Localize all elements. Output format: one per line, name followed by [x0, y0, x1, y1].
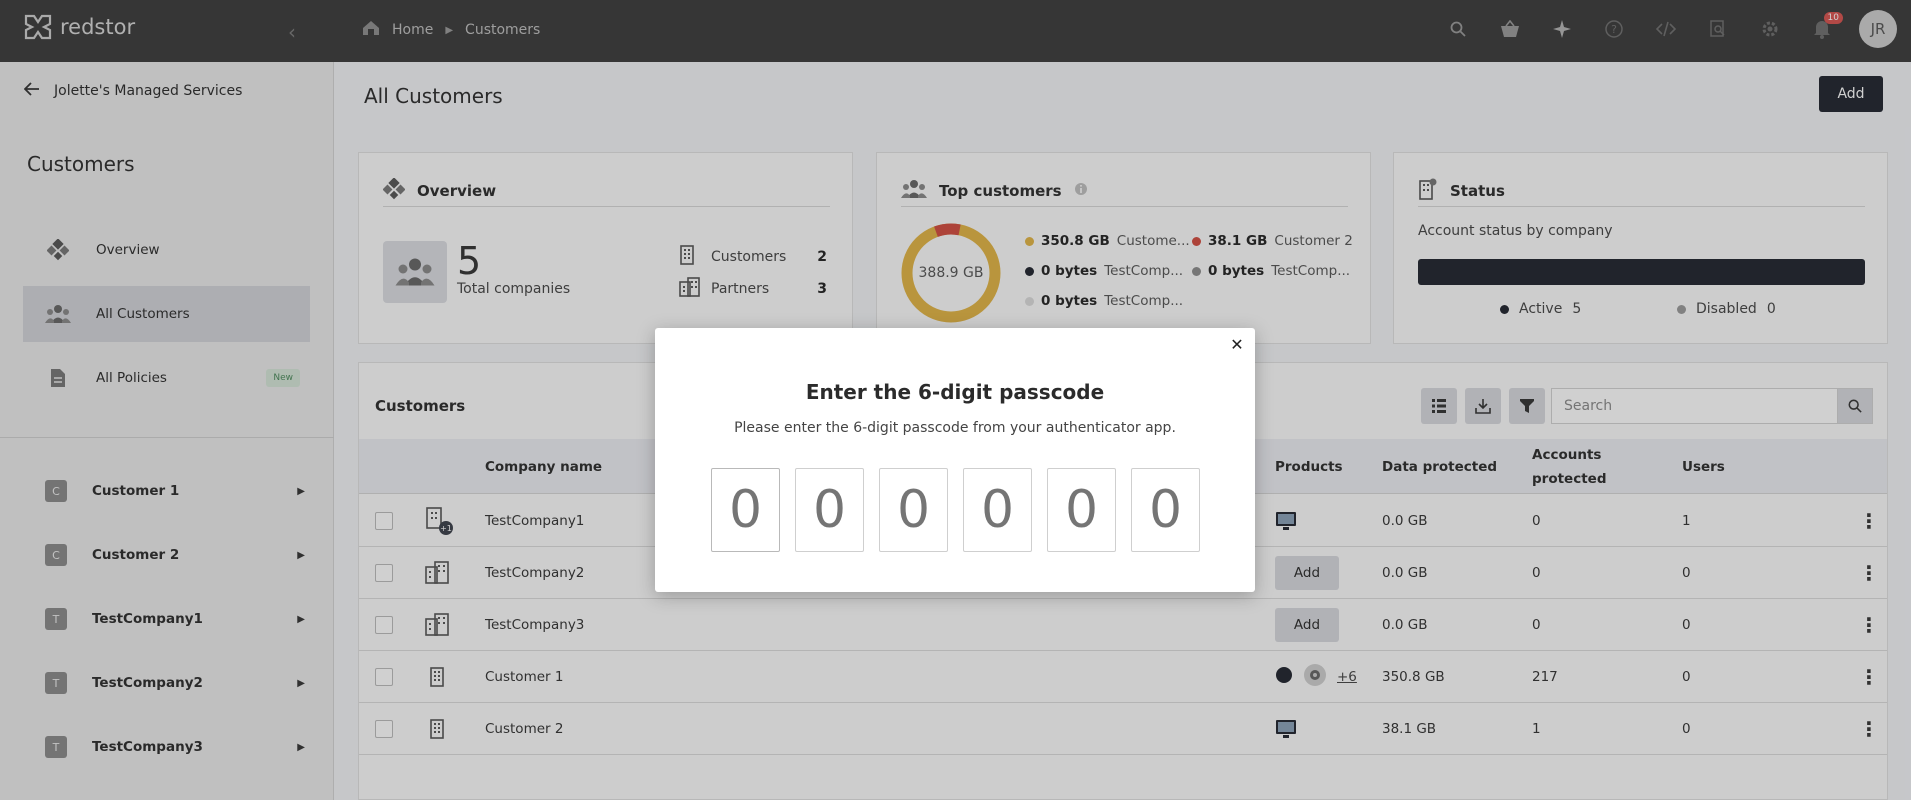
- close-icon[interactable]: ✕: [1227, 334, 1247, 354]
- passcode-digit-1[interactable]: [711, 468, 780, 552]
- dialog-subtitle: Please enter the 6-digit passcode from y…: [734, 420, 1176, 436]
- dialog-title: Enter the 6-digit passcode: [805, 380, 1105, 404]
- passcode-digit-6[interactable]: [1131, 468, 1200, 552]
- passcode-digit-5[interactable]: [1047, 468, 1116, 552]
- passcode-digit-2[interactable]: [795, 468, 864, 552]
- passcode-digit-4[interactable]: [963, 468, 1032, 552]
- passcode-dialog: ✕ Enter the 6-digit passcode Please ente…: [655, 328, 1255, 592]
- passcode-inputs: [711, 468, 1200, 552]
- passcode-digit-3[interactable]: [879, 468, 948, 552]
